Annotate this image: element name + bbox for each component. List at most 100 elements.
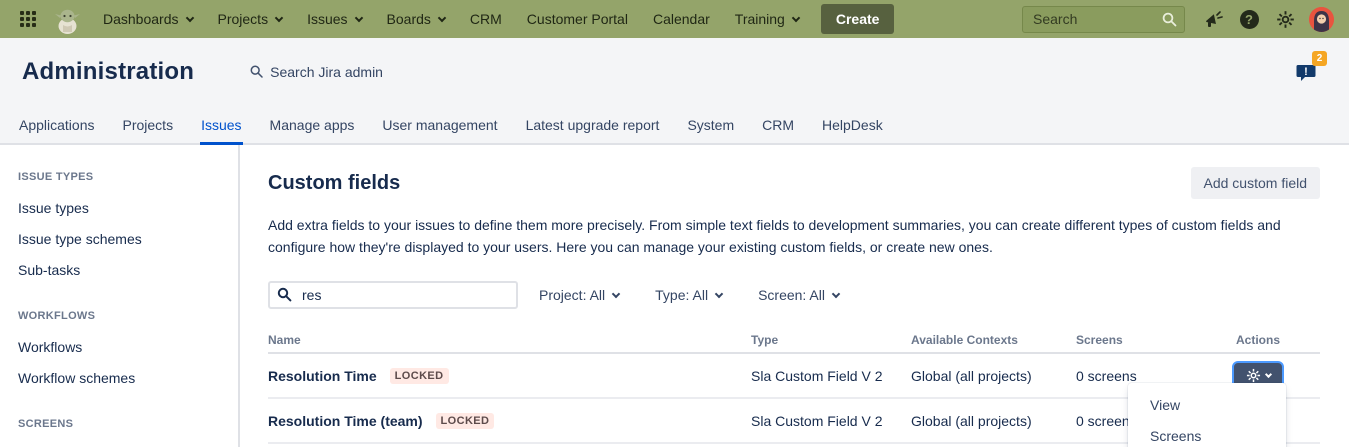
nav-projects-label: Projects — [218, 11, 269, 27]
custom-field-search-input[interactable] — [268, 281, 518, 309]
admin-tabs: Applications Projects Issues Manage apps… — [0, 105, 1349, 145]
locked-badge: LOCKED — [436, 413, 495, 429]
tab-helpdesk[interactable]: HelpDesk — [821, 107, 884, 145]
filter-project[interactable]: Project: All — [539, 287, 619, 303]
megaphone-icon — [1204, 11, 1223, 28]
field-name: Resolution Time — [268, 368, 377, 384]
sidebar: ISSUE TYPES Issue types Issue type schem… — [0, 145, 240, 447]
filter-controls: Project: All Type: All Screen: All — [268, 281, 1320, 309]
table-header-row: Name Type Available Contexts Screens Act… — [268, 328, 1320, 354]
sidebar-section-title: WORKFLOWS — [18, 310, 228, 322]
sidebar-section-title: SCREENS — [18, 418, 228, 430]
notifications-icon[interactable]: ! 2 — [1295, 59, 1323, 85]
admin-search[interactable]: Search Jira admin — [250, 64, 383, 80]
menu-item-screens[interactable]: Screens — [1128, 420, 1286, 447]
chevron-down-icon — [715, 289, 723, 297]
nav-projects[interactable]: Projects — [218, 11, 283, 27]
filter-screen-label: Screen: All — [758, 287, 825, 303]
top-navigation-bar: Dashboards Projects Issues Boards CRM Cu… — [0, 0, 1349, 38]
chevron-down-icon — [1264, 371, 1271, 378]
field-screens: 0 screens — [1076, 368, 1236, 384]
tab-projects[interactable]: Projects — [122, 107, 175, 145]
nav-issues-label: Issues — [307, 11, 347, 27]
nav-boards-label: Boards — [387, 11, 431, 27]
nav-boards[interactable]: Boards — [387, 11, 445, 27]
gear-icon — [1246, 368, 1261, 383]
announcements-icon[interactable] — [1199, 5, 1227, 33]
section-description: Add extra fields to your issues to defin… — [268, 214, 1320, 258]
chevron-down-icon — [832, 289, 840, 297]
field-name: Resolution Time (team) — [268, 413, 423, 429]
chevron-down-icon — [275, 13, 283, 21]
tab-issues[interactable]: Issues — [200, 107, 242, 145]
sidebar-item-issue-types[interactable]: Issue types — [18, 193, 228, 224]
search-icon — [250, 65, 263, 78]
nav-crm[interactable]: CRM — [470, 11, 502, 27]
nav-dashboards-label: Dashboards — [103, 11, 179, 27]
jira-admin-page: Dashboards Projects Issues Boards CRM Cu… — [0, 0, 1349, 447]
tab-manage-apps[interactable]: Manage apps — [269, 107, 356, 145]
sidebar-section-screens: SCREENS Screens — [18, 418, 228, 447]
main-header-row: Custom fields Add custom field — [268, 167, 1320, 199]
menu-item-view[interactable]: View — [1128, 389, 1286, 420]
gear-icon — [1276, 10, 1295, 29]
sidebar-section-issue-types: ISSUE TYPES Issue types Issue type schem… — [18, 171, 228, 286]
admin-header: Administration Search Jira admin ! 2 — [0, 38, 1349, 105]
chevron-down-icon — [185, 13, 193, 21]
chevron-down-icon — [792, 13, 800, 21]
filter-project-label: Project: All — [539, 287, 605, 303]
create-button[interactable]: Create — [821, 4, 895, 34]
topbar-search — [1022, 6, 1185, 33]
chevron-down-icon — [438, 13, 446, 21]
header-actions: Actions — [1236, 333, 1320, 347]
notification-count-badge: 2 — [1312, 51, 1327, 66]
custom-field-search — [268, 281, 518, 309]
header-type: Type — [751, 333, 911, 347]
tab-user-management[interactable]: User management — [381, 107, 498, 145]
header-available-contexts: Available Contexts — [911, 333, 1076, 347]
grid-dots-icon — [19, 10, 37, 28]
site-logo[interactable] — [54, 4, 81, 34]
admin-search-label: Search Jira admin — [270, 64, 383, 80]
sidebar-section-workflows: WORKFLOWS Workflows Workflow schemes — [18, 310, 228, 394]
avatar-image — [1309, 7, 1334, 32]
sidebar-item-sub-tasks[interactable]: Sub-tasks — [18, 255, 228, 286]
nav-issues[interactable]: Issues — [307, 11, 361, 27]
filter-type[interactable]: Type: All — [655, 287, 722, 303]
filters: Project: All Type: All Screen: All — [539, 287, 839, 303]
topbar-right-icons: ? — [1199, 5, 1335, 33]
field-type: Sla Custom Field V 2 — [751, 368, 911, 384]
nav-calendar-label: Calendar — [653, 11, 710, 27]
sidebar-item-issue-type-schemes[interactable]: Issue type schemes — [18, 224, 228, 255]
chevron-down-icon — [354, 13, 362, 21]
exclamation-glyph: ! — [1304, 66, 1308, 78]
actions-dropdown-menu: View Screens — [1128, 383, 1286, 447]
settings-icon[interactable] — [1271, 5, 1299, 33]
tab-crm[interactable]: CRM — [761, 107, 795, 145]
nav-crm-label: CRM — [470, 11, 502, 27]
app-switcher-icon[interactable] — [14, 5, 42, 33]
field-contexts: Global (all projects) — [911, 413, 1076, 429]
tab-system[interactable]: System — [686, 107, 735, 145]
user-avatar[interactable] — [1307, 5, 1335, 33]
nav-customer-portal[interactable]: Customer Portal — [527, 11, 628, 27]
tab-applications[interactable]: Applications — [18, 107, 96, 145]
help-icon[interactable]: ? — [1235, 5, 1263, 33]
add-custom-field-button[interactable]: Add custom field — [1191, 167, 1321, 199]
topbar-search-input[interactable] — [1022, 6, 1185, 33]
chevron-down-icon — [612, 289, 620, 297]
nav-calendar[interactable]: Calendar — [653, 11, 710, 27]
sidebar-item-workflow-schemes[interactable]: Workflow schemes — [18, 363, 228, 394]
locked-badge: LOCKED — [390, 368, 449, 384]
filter-screen[interactable]: Screen: All — [758, 287, 839, 303]
question-mark-glyph: ? — [1240, 10, 1259, 29]
nav-dashboards[interactable]: Dashboards — [103, 11, 193, 27]
sidebar-item-workflows[interactable]: Workflows — [18, 332, 228, 363]
admin-header-strip: Administration Search Jira admin ! 2 App… — [0, 38, 1349, 145]
header-screens: Screens — [1076, 333, 1236, 347]
tab-latest-upgrade-report[interactable]: Latest upgrade report — [525, 107, 661, 145]
sidebar-item-screens[interactable]: Screens — [18, 440, 228, 447]
filter-type-label: Type: All — [655, 287, 708, 303]
nav-training-label: Training — [735, 11, 785, 27]
nav-training[interactable]: Training — [735, 11, 799, 27]
